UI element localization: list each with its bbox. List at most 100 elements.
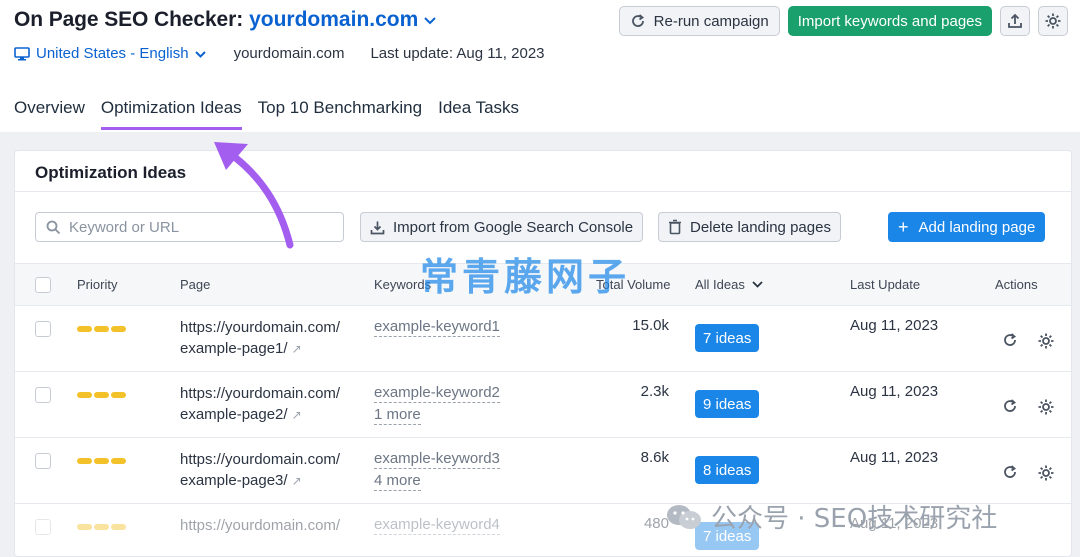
keyword-cell: example-keyword3 4 more [374, 449, 500, 491]
locale-selector[interactable]: United States - English [14, 45, 206, 62]
import-keywords-button[interactable]: Import keywords and pages [787, 6, 992, 36]
rerun-label: Re-run campaign [653, 12, 769, 30]
page-link[interactable]: https://yourdomain.com/ [180, 515, 340, 536]
total-volume-value: 15.0k [632, 317, 669, 334]
keyword-cell: example-keyword4 [374, 515, 500, 535]
page-link[interactable]: https://yourdomain.com/ example-page3/↗ [180, 449, 340, 492]
keyword-link[interactable]: example-keyword2 [374, 383, 500, 403]
import-gsc-button[interactable]: Import from Google Search Console [360, 212, 644, 242]
select-all-checkbox[interactable] [35, 277, 51, 293]
plus-icon: + [898, 216, 909, 237]
page-header: On Page SEO Checker: yourdomain.com Unit… [0, 0, 1080, 132]
page-url-line1: https://yourdomain.com/ [180, 319, 341, 336]
column-all-ideas: All Ideas [695, 277, 745, 292]
wechat-watermark: 公众号 · SEO技术研究社 [665, 498, 997, 535]
row-checkbox[interactable] [35, 321, 51, 337]
chevron-down-icon [752, 281, 763, 288]
last-update-value: Aug 11, 2023 [850, 383, 939, 400]
tab-overview[interactable]: Overview [14, 98, 85, 130]
page-link[interactable]: https://yourdomain.com/ example-page2/↗ [180, 383, 340, 426]
monitor-icon [14, 46, 30, 60]
tab-optimization-ideas[interactable]: Optimization Ideas [100, 98, 242, 130]
chevron-down-icon[interactable] [424, 12, 437, 28]
search-icon [46, 220, 61, 234]
priority-indicator [77, 392, 126, 398]
keyword-link[interactable]: example-keyword4 [374, 515, 500, 535]
rerun-campaign-button[interactable]: Re-run campaign [618, 6, 780, 36]
gear-icon[interactable] [1037, 332, 1055, 350]
wechat-icon [667, 504, 701, 529]
more-keywords-link[interactable]: 4 more [374, 471, 421, 491]
total-volume-value: 8.6k [640, 449, 669, 466]
ideas-count-button[interactable]: 7 ideas [695, 324, 760, 352]
ideas-count-button[interactable]: 8 ideas [695, 456, 760, 484]
refresh-icon[interactable] [1002, 464, 1018, 480]
upload-icon [1008, 13, 1022, 28]
refresh-icon[interactable] [1002, 398, 1018, 414]
keyword-link[interactable]: example-keyword3 [374, 449, 500, 469]
keyword-link[interactable]: example-keyword1 [374, 317, 500, 337]
top-actions: Re-run campaign Import keywords and page… [618, 6, 1068, 36]
page-url-line1: https://yourdomain.com/ [180, 451, 341, 468]
gear-icon [1045, 13, 1061, 29]
page-url-line1: https://yourdomain.com/ [180, 517, 341, 534]
page-url-line2: example-page1/ [180, 340, 288, 357]
external-link-icon[interactable]: ↗ [292, 339, 302, 360]
more-keywords-link[interactable]: 1 more [374, 405, 421, 425]
gear-icon[interactable] [1037, 464, 1055, 482]
column-page[interactable]: Page [180, 277, 210, 292]
import-gsc-label: Import from Google Search Console [393, 218, 634, 236]
refresh-icon[interactable] [1002, 332, 1018, 348]
add-landing-page-button[interactable]: + Add landing page [888, 212, 1046, 242]
export-button[interactable] [1000, 6, 1030, 36]
settings-button[interactable] [1038, 6, 1068, 36]
external-link-icon[interactable]: ↗ [292, 405, 302, 426]
page-url-line2: example-page3/ [180, 472, 288, 489]
ideas-count-button[interactable]: 9 ideas [695, 390, 760, 418]
card-title: Optimization Ideas [35, 163, 187, 182]
priority-indicator [77, 326, 126, 332]
add-label: Add landing page [918, 218, 1036, 236]
page-link[interactable]: https://yourdomain.com/ example-page1/↗ [180, 317, 340, 360]
domain-selector[interactable]: yourdomain.com [249, 8, 418, 32]
last-update-value: Aug 11, 2023 [850, 317, 939, 334]
delete-landing-pages-button[interactable]: Delete landing pages [658, 212, 841, 242]
download-icon [370, 221, 385, 234]
priority-indicator [77, 458, 126, 464]
last-update-text: Last update: Aug 11, 2023 [370, 45, 545, 62]
page-title: On Page SEO Checker: [14, 8, 244, 31]
table-row: https://yourdomain.com/ example-page3/↗ … [15, 438, 1071, 504]
delete-label: Delete landing pages [690, 218, 831, 236]
tab-bar: Overview Optimization Ideas Top 10 Bench… [14, 98, 535, 130]
keyword-cell: example-keyword2 1 more [374, 383, 500, 425]
column-priority[interactable]: Priority [77, 277, 117, 292]
column-last-update[interactable]: Last Update [850, 277, 920, 292]
divider [15, 191, 1071, 192]
table-row: https://yourdomain.com/ example-page2/↗ … [15, 372, 1071, 438]
last-update-value: Aug 11, 2023 [850, 449, 939, 466]
row-checkbox[interactable] [35, 387, 51, 403]
table-row: https://yourdomain.com/ example-page1/↗ … [15, 306, 1071, 372]
tab-idea-tasks[interactable]: Idea Tasks [438, 98, 519, 130]
row-checkbox[interactable] [35, 519, 51, 535]
watermark-text: 常青藤网子 [420, 255, 631, 299]
all-ideas-filter[interactable]: All Ideas [695, 277, 763, 292]
total-volume-value: 2.3k [640, 383, 669, 400]
page-url-line1: https://yourdomain.com/ [180, 385, 341, 402]
tab-top10-benchmarking[interactable]: Top 10 Benchmarking [258, 98, 422, 130]
priority-indicator [77, 524, 126, 530]
title-row: On Page SEO Checker: yourdomain.com [14, 8, 437, 32]
external-link-icon[interactable]: ↗ [292, 471, 302, 492]
keyword-cell: example-keyword1 [374, 317, 500, 337]
page-url-line2: example-page2/ [180, 406, 288, 423]
locale-label: United States - English [36, 45, 189, 62]
annotation-arrow-icon [214, 142, 294, 249]
refresh-icon [631, 14, 644, 27]
meta-row: United States - English yourdomain.com L… [14, 45, 545, 62]
chevron-down-icon [194, 47, 206, 61]
wechat-text: 公众号 · SEO技术研究社 [711, 504, 998, 534]
row-checkbox[interactable] [35, 453, 51, 469]
trash-icon [669, 219, 681, 235]
gear-icon[interactable] [1037, 398, 1055, 416]
column-actions: Actions [995, 277, 1038, 292]
